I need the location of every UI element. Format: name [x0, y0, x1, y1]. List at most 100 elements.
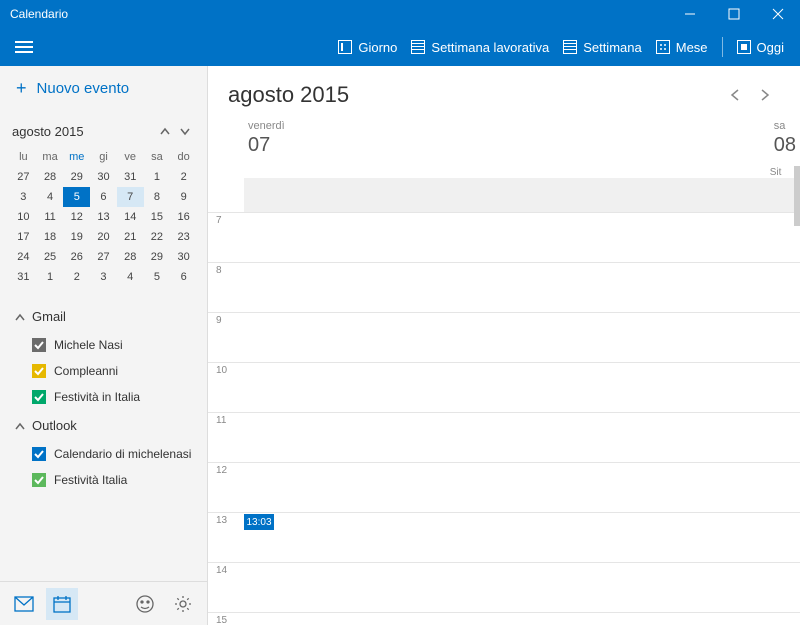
mini-day-cell[interactable]: 22: [144, 227, 171, 247]
mini-day-cell[interactable]: 20: [90, 227, 117, 247]
time-cell[interactable]: [244, 563, 800, 612]
calendar-checkbox[interactable]: [32, 447, 46, 461]
calendar-label: Festività in Italia: [54, 390, 140, 404]
hamburger-button[interactable]: [4, 28, 44, 66]
mini-day-cell[interactable]: 13: [90, 207, 117, 227]
mini-day-cell[interactable]: 3: [10, 187, 37, 207]
mini-day-cell[interactable]: 4: [117, 267, 144, 287]
allday-label: [208, 178, 244, 212]
time-cell[interactable]: [244, 263, 800, 312]
mini-day-cell[interactable]: 19: [63, 227, 90, 247]
day-header-column[interactable]: venerdì07: [244, 118, 770, 178]
mini-day-cell[interactable]: 29: [144, 247, 171, 267]
time-cell[interactable]: [244, 613, 800, 625]
calendar-item[interactable]: Calendario di michelenasi: [0, 441, 207, 467]
maximize-button[interactable]: [712, 0, 756, 28]
calendar-item[interactable]: Festività in Italia: [0, 384, 207, 410]
close-button[interactable]: [756, 0, 800, 28]
account-header[interactable]: Gmail: [0, 301, 207, 332]
mini-next-month-button[interactable]: [175, 121, 195, 141]
mini-day-cell[interactable]: 31: [117, 167, 144, 187]
mini-day-cell[interactable]: 25: [37, 247, 64, 267]
mini-day-cell[interactable]: 15: [144, 207, 171, 227]
view-month-button[interactable]: Mese: [656, 37, 708, 57]
mini-day-cell[interactable]: 26: [63, 247, 90, 267]
mini-day-cell[interactable]: 9: [170, 187, 197, 207]
view-week-button[interactable]: Settimana: [563, 37, 642, 57]
mini-day-cell[interactable]: 8: [144, 187, 171, 207]
time-cell[interactable]: [244, 313, 800, 362]
plus-icon: +: [16, 78, 27, 99]
today-icon: [737, 40, 751, 54]
settings-button[interactable]: [167, 588, 199, 620]
time-cell[interactable]: [244, 513, 800, 562]
mini-day-cell[interactable]: 14: [117, 207, 144, 227]
mini-day-cell[interactable]: 27: [90, 247, 117, 267]
mini-day-cell[interactable]: 28: [37, 167, 64, 187]
time-cell[interactable]: [244, 413, 800, 462]
mini-day-cell[interactable]: 1: [144, 167, 171, 187]
view-day-button[interactable]: Giorno: [338, 37, 397, 57]
mini-day-cell[interactable]: 5: [144, 267, 171, 287]
mini-day-cell[interactable]: 10: [10, 207, 37, 227]
mini-day-cell[interactable]: 4: [37, 187, 64, 207]
mini-day-cell[interactable]: 12: [63, 207, 90, 227]
new-event-label: Nuovo evento: [37, 80, 130, 97]
mini-dow-header: ve: [117, 149, 144, 167]
mini-day-cell[interactable]: 28: [117, 247, 144, 267]
mini-day-cell[interactable]: 21: [117, 227, 144, 247]
view-today-button[interactable]: Oggi: [737, 37, 784, 57]
scrollbar[interactable]: [794, 166, 800, 226]
mini-day-cell[interactable]: 27: [10, 167, 37, 187]
account-header[interactable]: Outlook: [0, 410, 207, 441]
mini-day-cell[interactable]: 6: [170, 267, 197, 287]
mini-day-cell[interactable]: 24: [10, 247, 37, 267]
calendar-checkbox[interactable]: [32, 390, 46, 404]
mini-day-cell[interactable]: 7: [117, 187, 144, 207]
feedback-button[interactable]: [129, 588, 161, 620]
time-cell[interactable]: [244, 463, 800, 512]
time-cell[interactable]: [244, 363, 800, 412]
calendar-item[interactable]: Festività Italia: [0, 467, 207, 493]
mini-day-cell[interactable]: 2: [63, 267, 90, 287]
time-row: 15: [208, 612, 800, 625]
mini-day-cell[interactable]: 17: [10, 227, 37, 247]
mini-day-cell[interactable]: 2: [170, 167, 197, 187]
hour-label: 9: [208, 313, 244, 362]
mini-day-cell[interactable]: 6: [90, 187, 117, 207]
mini-day-cell[interactable]: 30: [170, 247, 197, 267]
mini-day-cell[interactable]: 23: [170, 227, 197, 247]
mail-button[interactable]: [8, 588, 40, 620]
mini-day-cell[interactable]: 3: [90, 267, 117, 287]
mini-day-cell[interactable]: 5: [63, 187, 90, 207]
prev-period-button[interactable]: [720, 80, 750, 110]
mini-day-cell[interactable]: 1: [37, 267, 64, 287]
time-row: 8: [208, 262, 800, 312]
view-workweek-button[interactable]: Settimana lavorativa: [411, 37, 549, 57]
mini-day-cell[interactable]: 29: [63, 167, 90, 187]
mini-day-cell[interactable]: 16: [170, 207, 197, 227]
mini-day-cell[interactable]: 31: [10, 267, 37, 287]
calendar-item[interactable]: Compleanni: [0, 358, 207, 384]
mini-prev-month-button[interactable]: [155, 121, 175, 141]
calendar-checkbox[interactable]: [32, 473, 46, 487]
time-grid[interactable]: 78910111213141513:03: [208, 178, 800, 625]
mini-dow-header: sa: [144, 149, 171, 167]
day-icon: [338, 40, 352, 54]
next-period-button[interactable]: [750, 80, 780, 110]
mini-calendar: agosto 2015 lumamegivesado 2728293031123…: [0, 111, 207, 297]
new-event-button[interactable]: + Nuovo evento: [0, 66, 207, 111]
calendar-checkbox[interactable]: [32, 338, 46, 352]
calendar-button[interactable]: [46, 588, 78, 620]
allday-cell[interactable]: [244, 178, 800, 212]
minimize-button[interactable]: [668, 0, 712, 28]
time-row: 7: [208, 212, 800, 262]
mini-day-cell[interactable]: 30: [90, 167, 117, 187]
calendar-checkbox[interactable]: [32, 364, 46, 378]
calendar-item[interactable]: Michele Nasi: [0, 332, 207, 358]
calendar-accounts-list: Gmail Michele Nasi Compleanni Festività in …: [0, 297, 207, 581]
time-cell[interactable]: [244, 213, 800, 262]
mini-day-cell[interactable]: 18: [37, 227, 64, 247]
calendar-label: Michele Nasi: [54, 338, 123, 352]
mini-day-cell[interactable]: 11: [37, 207, 64, 227]
